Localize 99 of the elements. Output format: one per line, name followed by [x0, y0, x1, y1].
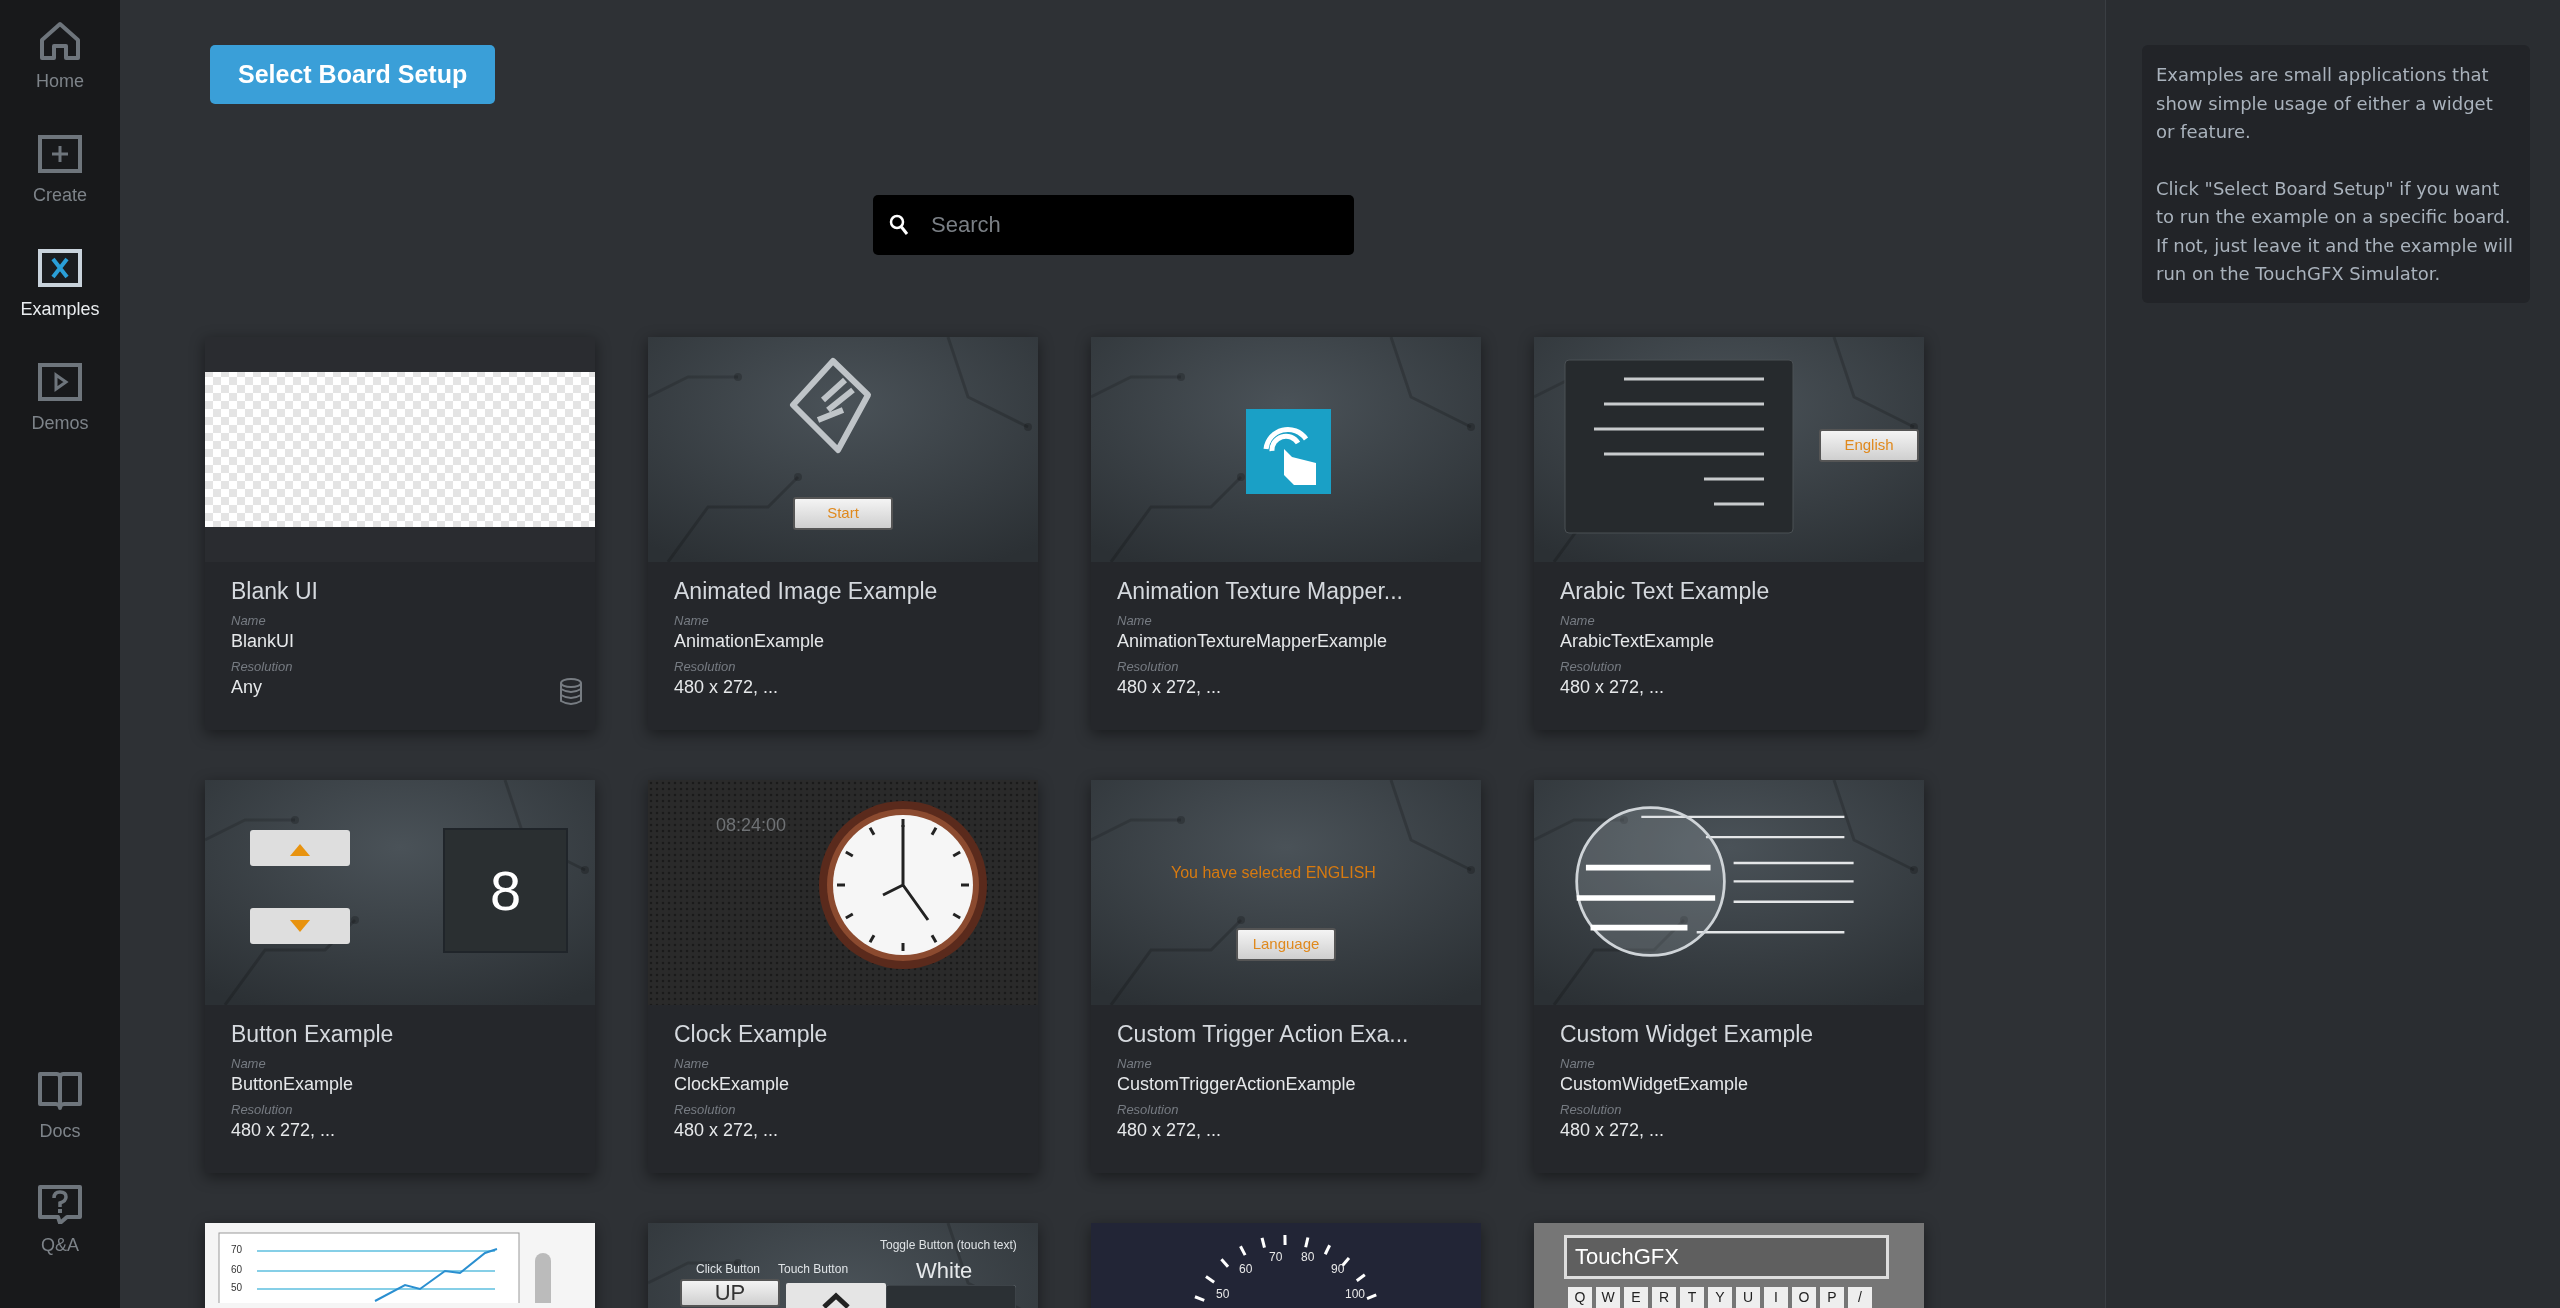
- preview-text: 90: [1331, 1263, 1345, 1277]
- example-card[interactable]: Custom Widget Example Name CustomWidgetExample Resolution 480 x 272, ...: [1534, 780, 1924, 1173]
- field-value: 480 x 272, ...: [1117, 676, 1223, 698]
- example-card[interactable]: 08:24:00 Clock Example Name ClockExample Resolution 480 x 272, ...: [648, 780, 1038, 1173]
- example-card[interactable]: Animation Texture Mapper... Name AnimationTextureMapperExample Resolution 480 x 272, ...: [1091, 337, 1481, 730]
- preview-text: 80: [1301, 1251, 1315, 1265]
- preview-text: Touch Button: [778, 1263, 849, 1277]
- nav-item[interactable]: Q&A: [0, 1164, 120, 1278]
- preview-text: 70: [1269, 1251, 1283, 1265]
- field-label: Resolution: [1117, 1101, 1180, 1119]
- preview-text: 70: [231, 1244, 243, 1255]
- preview-text: 60: [231, 1264, 243, 1275]
- field-value: BlankUI: [231, 630, 296, 652]
- keyboard-key: /: [1848, 1287, 1872, 1308]
- keyboard-key: P: [1820, 1287, 1844, 1308]
- example-card[interactable]: English Arabic Text Example Name ArabicTextExample Resolution 480 x 272, ...: [1534, 337, 1924, 730]
- field-label: Resolution: [231, 1101, 294, 1119]
- preview-text: 08:24:00: [716, 816, 787, 836]
- preview-text: White: [916, 1259, 973, 1284]
- field-label: Name: [231, 1055, 267, 1073]
- field-value: ButtonExample: [231, 1073, 355, 1095]
- card-title: Animation Texture Mapper...: [1117, 577, 1404, 606]
- field-label: Resolution: [1560, 1101, 1623, 1119]
- preview-text: 50: [1216, 1288, 1230, 1302]
- example-card[interactable]: 60 70 80 90 50 100: [1091, 1223, 1481, 1308]
- book-icon: [37, 1070, 83, 1110]
- example-card[interactable]: 70 60 50: [205, 1223, 595, 1308]
- field-label: Name: [1560, 612, 1596, 630]
- keyboard-key: Q: [1568, 1287, 1592, 1308]
- keyboard-key: U: [1736, 1287, 1760, 1308]
- preview-text: 60: [1239, 1263, 1253, 1277]
- card-title: Button Example: [231, 1020, 395, 1049]
- info-text: Click "Select Board Setup" if you want to run the example on a specific board. If not, just leave it and the example will run on the TouchGFX Simulator.: [2156, 176, 2514, 286]
- play-icon: [37, 362, 83, 402]
- card-title: Animated Image Example: [674, 577, 939, 606]
- keyboard-key: Y: [1708, 1287, 1732, 1308]
- number-display: 8: [443, 828, 568, 953]
- keyboard-key: T: [1680, 1287, 1704, 1308]
- examples-icon: [37, 248, 83, 288]
- preview-text: 50: [231, 1282, 243, 1293]
- field-label: Name: [1117, 612, 1153, 630]
- keyboard-key: O: [1792, 1287, 1816, 1308]
- field-value: 480 x 272, ...: [1560, 676, 1666, 698]
- example-card[interactable]: Click Button Touch Button Toggle Button (touch text) White UP: [648, 1223, 1038, 1308]
- help-icon: [37, 1184, 83, 1224]
- keyboard-key: E: [1624, 1287, 1648, 1308]
- field-label: Resolution: [674, 658, 737, 676]
- preview-text: 100: [1345, 1288, 1366, 1302]
- search-field[interactable]: Search: [873, 195, 1354, 255]
- preview-button: Language: [1236, 928, 1336, 961]
- field-label: Resolution: [1117, 658, 1180, 676]
- preview-button: Start: [793, 497, 893, 530]
- example-card[interactable]: TouchGFX Q W E R T Y U I O P /: [1534, 1223, 1924, 1308]
- preview-text: Click Button: [696, 1263, 761, 1277]
- nav-item[interactable]: Docs: [0, 1050, 120, 1164]
- keyboard-display-text: TouchGFX: [1564, 1235, 1889, 1279]
- keyboard-key: I: [1764, 1287, 1788, 1308]
- card-title: Custom Widget Example: [1560, 1020, 1815, 1049]
- preview-text: Toggle Button (touch text): [880, 1239, 1017, 1253]
- field-value: AnimationExample: [674, 630, 826, 652]
- card-title: Clock Example: [674, 1020, 829, 1049]
- card-title: Custom Trigger Action Exa...: [1117, 1020, 1410, 1049]
- card-title: Blank UI: [231, 577, 319, 606]
- field-label: Resolution: [231, 658, 294, 676]
- field-value: ClockExample: [674, 1073, 791, 1095]
- nav-item[interactable]: Home: [0, 0, 120, 114]
- field-value: 480 x 272, ...: [674, 676, 780, 698]
- field-label: Resolution: [674, 1101, 737, 1119]
- keyboard-key: R: [1652, 1287, 1676, 1308]
- nav-item[interactable]: Examples: [0, 228, 120, 342]
- field-value: ArabicTextExample: [1560, 630, 1716, 652]
- keyboard-key: W: [1596, 1287, 1620, 1308]
- home-icon: [37, 20, 83, 60]
- nav-item[interactable]: Create: [0, 114, 120, 228]
- example-card[interactable]: 8 Button Example Name ButtonExample Resolution 480 x 272, ...: [205, 780, 595, 1173]
- plus-icon: [37, 134, 83, 174]
- field-value: 480 x 272, ...: [231, 1119, 337, 1141]
- field-value: AnimationTextureMapperExample: [1117, 630, 1389, 652]
- field-value: CustomTriggerActionExample: [1117, 1073, 1357, 1095]
- preview-button: UP: [680, 1279, 780, 1307]
- preview-button: English: [1819, 429, 1919, 462]
- info-text: Examples are small applications that show simple usage of either a widget or feature.: [2156, 63, 2494, 144]
- field-label: Name: [1117, 1055, 1153, 1073]
- card-title: Arabic Text Example: [1560, 577, 1771, 606]
- field-value: 480 x 272, ...: [1560, 1119, 1666, 1141]
- preview-text: You have selected ENGLISH: [1171, 864, 1376, 882]
- field-label: Name: [674, 612, 710, 630]
- field-label: Name: [1560, 1055, 1596, 1073]
- field-label: Name: [231, 612, 267, 630]
- example-card[interactable]: Start Animated Image Example Name AnimationExample Resolution 480 x 272, ...: [648, 337, 1038, 730]
- field-value: CustomWidgetExample: [1560, 1073, 1750, 1095]
- field-value: 480 x 272, ...: [674, 1119, 780, 1141]
- field-label: Resolution: [1560, 658, 1623, 676]
- field-value: Any: [231, 676, 264, 698]
- example-card[interactable]: You have selected ENGLISH Language Custom Trigger Action Exa... Name CustomTriggerActionExample Resolution 480 x 272, ...: [1091, 780, 1481, 1173]
- nav-item[interactable]: Demos: [0, 342, 120, 456]
- field-value: 480 x 272, ...: [1117, 1119, 1223, 1141]
- field-label: Name: [674, 1055, 710, 1073]
- touch-icon: [1246, 409, 1331, 494]
